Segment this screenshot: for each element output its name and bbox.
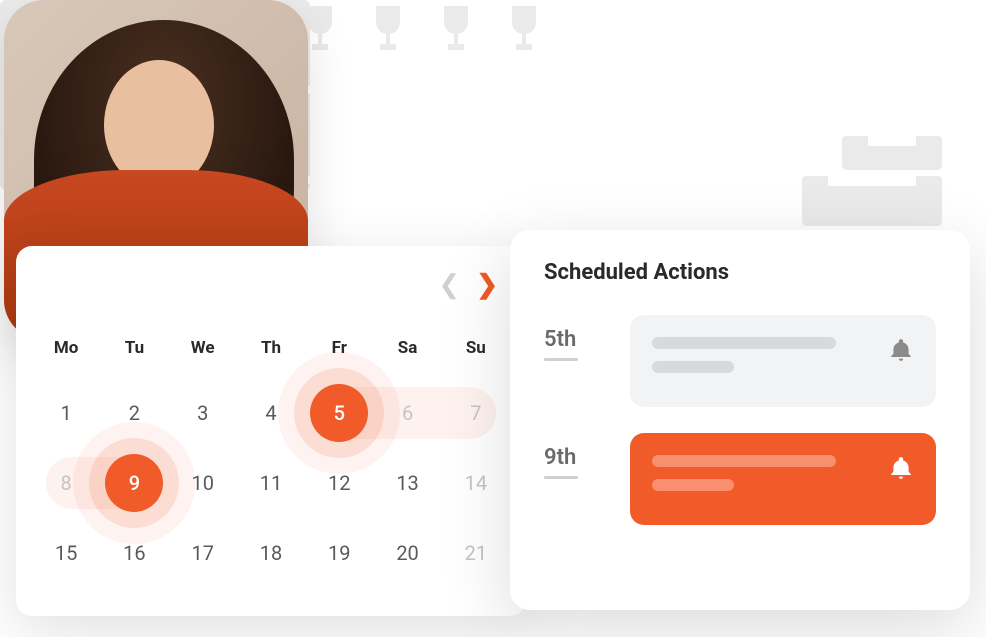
calendar-day-cell[interactable]: 3	[169, 378, 237, 448]
calendar-day-cell[interactable]: 2	[100, 378, 168, 448]
calendar-day-cell[interactable]: 11	[237, 448, 305, 518]
action-date: 5th	[544, 315, 604, 361]
calendar-day-header: Th	[237, 326, 305, 378]
action-date: 9th	[544, 433, 604, 479]
calendar-day-cell[interactable]: 18	[237, 518, 305, 588]
action-body[interactable]	[630, 315, 936, 407]
calendar-day-header: Sa	[373, 326, 441, 378]
calendar-day-cell[interactable]: 21	[442, 518, 510, 588]
calendar-card: ❮ ❯ MoTuWeThFrSaSu1234567891011121314151…	[16, 246, 526, 616]
action-row[interactable]: 5th	[544, 315, 936, 407]
bell-icon	[888, 337, 914, 363]
calendar-day-header: Su	[442, 326, 510, 378]
calendar-day-header: Tu	[100, 326, 168, 378]
calendar-day-cell[interactable]: 15	[32, 518, 100, 588]
calendar-day-cell[interactable]: 7	[442, 378, 510, 448]
scheduled-actions-title: Scheduled Actions	[544, 260, 936, 285]
calendar-grid: MoTuWeThFrSaSu12345678910111213141516171…	[32, 326, 510, 588]
calendar-day-cell[interactable]: 10	[169, 448, 237, 518]
bell-icon	[888, 455, 914, 481]
calendar-day-header: Fr	[305, 326, 373, 378]
calendar-day-cell[interactable]: 1	[32, 378, 100, 448]
calendar-prev-button[interactable]: ❮	[438, 270, 460, 300]
calendar-day-cell[interactable]: 12	[305, 448, 373, 518]
calendar-day-cell[interactable]: 6	[373, 378, 441, 448]
action-row[interactable]: 9th	[544, 433, 936, 525]
calendar-nav: ❮ ❯	[32, 270, 510, 300]
calendar-day-cell[interactable]: 16	[100, 518, 168, 588]
calendar-day-cell[interactable]: 8	[32, 448, 100, 518]
action-body[interactable]	[630, 433, 936, 525]
boxes-deco	[802, 130, 942, 232]
calendar-day-cell[interactable]: 14	[442, 448, 510, 518]
calendar-day-cell[interactable]: 13	[373, 448, 441, 518]
calendar-day-header: We	[169, 326, 237, 378]
calendar-day-cell[interactable]: 17	[169, 518, 237, 588]
calendar-day-cell[interactable]: 9	[100, 448, 168, 518]
calendar-day-cell[interactable]: 19	[305, 518, 373, 588]
calendar-day-cell[interactable]: 5	[305, 378, 373, 448]
calendar-next-button[interactable]: ❯	[476, 270, 498, 300]
scheduled-actions-card: Scheduled Actions 5th 9th	[510, 230, 970, 610]
calendar-day-header: Mo	[32, 326, 100, 378]
calendar-day-cell[interactable]: 4	[237, 378, 305, 448]
calendar-day-cell[interactable]: 20	[373, 518, 441, 588]
